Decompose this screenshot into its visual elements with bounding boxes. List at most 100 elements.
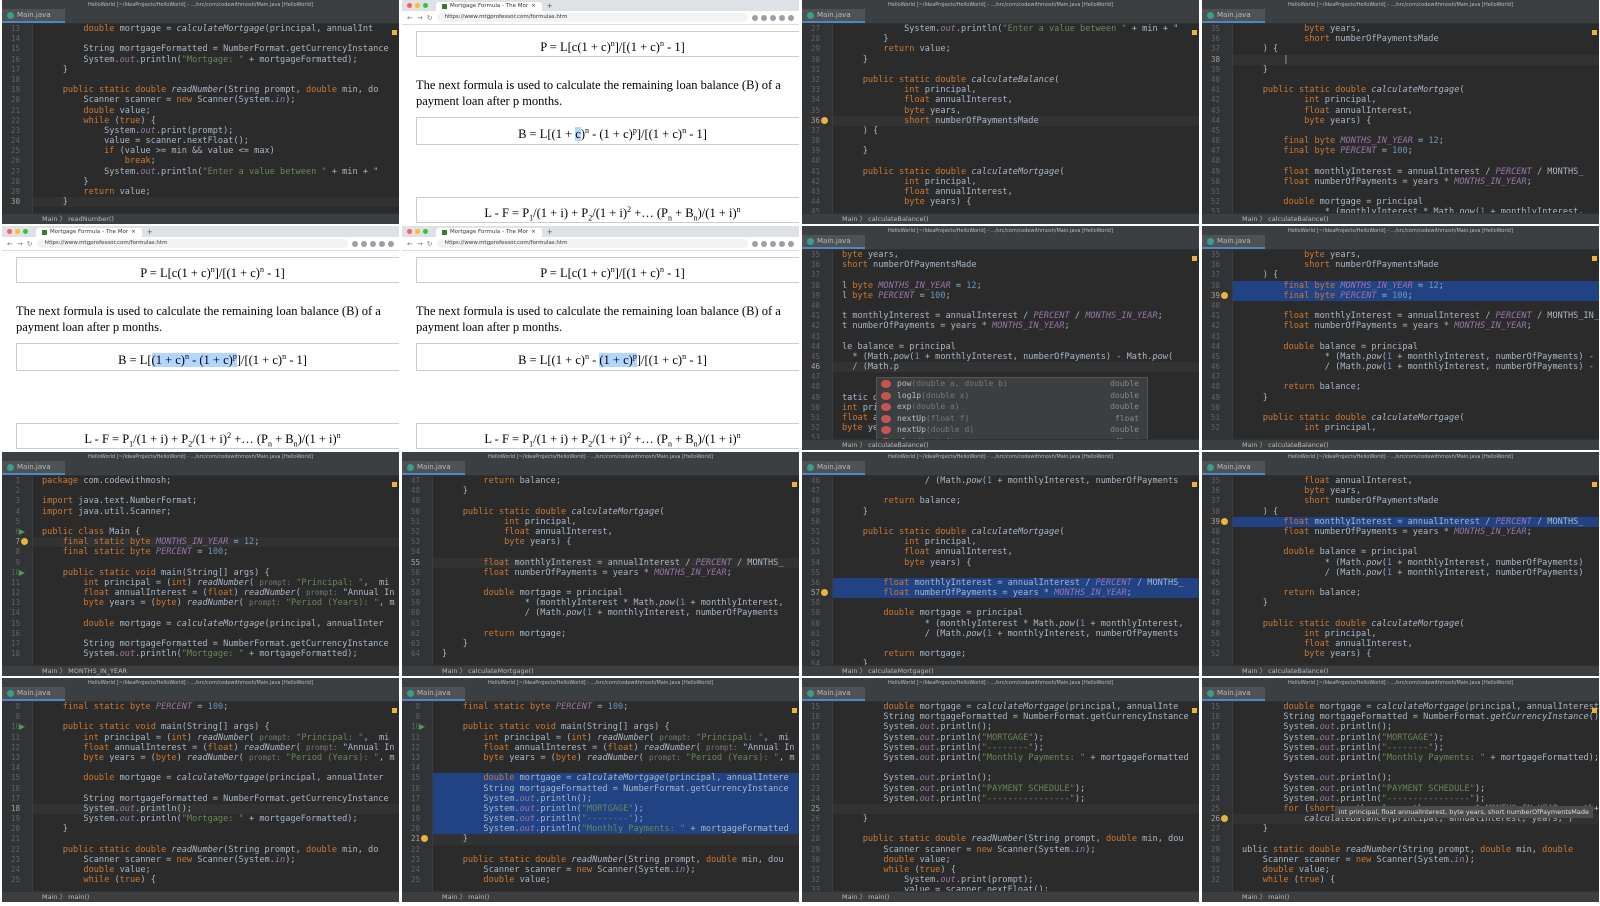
tab-main-java[interactable]: Main.java <box>1202 687 1265 701</box>
code-line[interactable]: 53 byte years) { <box>411 537 799 547</box>
code-line[interactable]: 35 byte years, <box>1211 24 1599 34</box>
code-line[interactable]: 17 System.out.println(); <box>411 793 799 804</box>
code-line[interactable]: 16 System.out.println("Mortgage: " + mor… <box>11 55 399 65</box>
code-line[interactable]: 39 l byte PERCENT = 100; <box>811 291 1199 301</box>
reload-icon[interactable]: ↻ <box>427 14 433 22</box>
tab-main-java[interactable]: Main.java <box>2 461 65 475</box>
url-input[interactable]: https://www.mtgprofessor.com/formulas.ht… <box>436 239 748 248</box>
code-line[interactable]: 44 le balance = principal <box>811 342 1199 352</box>
code-line[interactable]: 53 float annualInterest, <box>811 547 1199 557</box>
code-line[interactable]: 31 double value; <box>1211 865 1599 875</box>
code-line[interactable]: 12 float annualInterest = (float) readNu… <box>11 743 399 753</box>
autocomplete-item[interactable]: exp (double a) double <box>877 401 1147 413</box>
code-area[interactable]: 35 float annualInterest, 36 byte years, 37… <box>1211 476 1599 666</box>
code-line[interactable]: 18 System.out.println("MORTGAGE"); <box>1211 733 1599 743</box>
intention-bulb-icon[interactable] <box>1221 517 1228 525</box>
toolbar-extension-icons[interactable] <box>352 240 394 247</box>
tab-main-java[interactable]: Main.java <box>802 461 865 475</box>
code-line[interactable]: 55 float monthlyInterest = annualInteres… <box>411 557 799 568</box>
code-line[interactable]: 49 public static double calculateMortgag… <box>1211 619 1599 629</box>
code-line[interactable]: 60 * (monthlyInterest * Math.pow(1 + mon… <box>811 619 1199 629</box>
code-line[interactable]: 12 float annualInterest = (float) readNu… <box>411 743 799 753</box>
code-line[interactable]: 27 } <box>1211 824 1599 834</box>
code-line[interactable]: 11 int principal = (int) readNumber( pro… <box>11 733 399 743</box>
code-area[interactable]: 1 package com.codewithmosh; 2 3 import java.… <box>11 476 399 666</box>
tab-close-icon[interactable]: × <box>531 228 536 237</box>
inspection-marker-icon[interactable] <box>392 708 397 713</box>
code-line[interactable]: 64} <box>411 649 799 659</box>
code-area[interactable]: 8 final static byte PERCENT = 100; 9 10 pu… <box>11 702 399 892</box>
code-line[interactable]: 23 System.out.print(prompt); <box>11 126 399 136</box>
run-gutter-icon[interactable] <box>19 569 25 576</box>
code-line[interactable]: 40 <box>811 301 1199 311</box>
code-line[interactable]: 14 <box>11 34 399 44</box>
code-line[interactable]: 42 float numberOfPayments = years * MONT… <box>1211 321 1599 331</box>
code-line[interactable]: 40 <box>1211 301 1599 311</box>
breadcrumb[interactable]: Main 〉 main() <box>1202 891 1599 902</box>
inspection-marker-icon[interactable] <box>1192 482 1197 487</box>
breadcrumb[interactable]: Main 〉 MONTHS_IN_YEAR <box>2 665 399 676</box>
code-line[interactable]: 42 int principal, <box>811 177 1199 187</box>
code-line[interactable]: 43 * (Math.pow(1 + monthlyInterest, numb… <box>1211 558 1599 568</box>
code-editor[interactable]: 15 double mortgage = calculateMortgage(p… <box>802 702 1199 895</box>
code-line[interactable]: 22 while (true) { <box>11 116 399 126</box>
code-line[interactable]: 21 double value; <box>11 106 399 116</box>
code-line[interactable]: 20 System.out.println("Monthly Payments:… <box>811 753 1199 763</box>
code-line[interactable]: 16 String mortgageFormatted = NumberForm… <box>1211 712 1599 722</box>
code-line[interactable]: 7 final static byte MONTHS_IN_YEAR = 12; <box>15 537 399 548</box>
code-line[interactable]: 20 System.out.println("Monthly Payments:… <box>411 824 799 835</box>
code-line[interactable]: 14 <box>411 763 799 773</box>
code-area[interactable]: 35 byte years, 36 short numberOfPaymentsM… <box>1211 24 1599 217</box>
code-area[interactable]: 8 final static byte PERCENT = 100; 9 10 pu… <box>411 702 799 892</box>
breadcrumb[interactable]: Main 〉 calculateMortgage() <box>402 665 799 676</box>
code-line[interactable]: 10 public static void main(String[] args… <box>11 722 399 732</box>
code-line[interactable]: 18 System.out.println("Mortgage: " + mor… <box>11 649 399 659</box>
code-line[interactable]: 32 public static double calculateBalance… <box>811 75 1199 85</box>
reload-icon[interactable]: ↻ <box>27 240 33 248</box>
code-line[interactable]: 15 String mortgageFormatted = NumberForm… <box>11 44 399 54</box>
code-line[interactable]: 16 <box>11 784 399 794</box>
code-editor[interactable]: 35 byte years, 36 short numberOfPaymentsM… <box>1202 24 1599 217</box>
code-line[interactable]: 17 String mortgageFormatted = NumberForm… <box>11 639 399 649</box>
code-line[interactable]: 18 System.out.println(); <box>11 803 399 815</box>
code-line[interactable]: 17 System.out.println(); <box>1211 722 1599 732</box>
code-area[interactable]: 47 return balance; 48 } 49 50 public static… <box>411 476 799 666</box>
back-icon[interactable]: ← <box>407 240 413 248</box>
code-line[interactable]: 24 double value; <box>11 865 399 875</box>
code-line[interactable]: 56 float numberOfPayments = years * MONT… <box>411 568 799 578</box>
code-line[interactable]: 47 return balance; <box>411 476 799 486</box>
code-line[interactable]: 10 public static void main(String[] args… <box>411 722 799 732</box>
run-gutter-icon[interactable] <box>419 724 425 731</box>
tab-main-java[interactable]: Main.java <box>802 687 865 701</box>
code-line[interactable]: 43 float annualInterest, <box>811 187 1199 197</box>
code-line[interactable]: 24 value = scanner.nextFloat(); <box>11 136 399 146</box>
intention-bulb-icon[interactable] <box>1221 815 1228 823</box>
code-line[interactable]: 10 public static void main(String[] args… <box>11 568 399 578</box>
code-line[interactable]: 63 } <box>411 639 799 649</box>
code-line[interactable]: 30 double value; <box>811 855 1199 865</box>
code-area[interactable]: 15 double mortgage = calculateMortgage(p… <box>811 702 1199 895</box>
code-line[interactable]: 1 package com.codewithmosh; <box>15 476 399 486</box>
inspection-marker-icon[interactable] <box>1192 708 1197 713</box>
code-line[interactable]: 48 return balance; <box>1211 382 1599 392</box>
inspection-marker-icon[interactable] <box>392 30 397 35</box>
code-line[interactable]: 20 System.out.println("Monthly Payments:… <box>1211 753 1599 763</box>
code-line[interactable]: 8 final static byte PERCENT = 100; <box>15 547 399 557</box>
code-line[interactable]: 45 * (Math.pow(1 + monthlyInterest, numb… <box>1211 352 1599 362</box>
code-line[interactable]: 20 Scanner scanner = new Scanner(System.… <box>11 95 399 105</box>
code-line[interactable]: 54 <box>411 547 799 557</box>
code-line[interactable]: 48 <box>1211 156 1599 166</box>
code-line[interactable]: 50 <box>811 517 1199 527</box>
code-editor[interactable]: 35 float annualInterest, 36 byte years, 37… <box>1202 476 1599 666</box>
new-tab-button[interactable]: + <box>547 2 553 11</box>
code-line[interactable]: 11 int principal = (int) readNumber( pro… <box>11 578 399 588</box>
code-line[interactable]: 18 System.out.println("MORTGAGE"); <box>811 733 1199 743</box>
code-line[interactable]: 47 final byte PERCENT = 100; <box>1211 146 1599 156</box>
code-line[interactable]: 40 <box>811 156 1199 166</box>
breadcrumb[interactable]: Main 〉 calculateMortgage() <box>802 665 1199 676</box>
code-line[interactable]: 3 import java.text.NumberFormat; <box>15 496 399 506</box>
code-line[interactable]: 22 <box>411 845 799 855</box>
code-line[interactable]: 40 float numberOfPayments = years * MONT… <box>1211 527 1599 537</box>
code-line[interactable]: 51 public static double calculateMortgag… <box>811 527 1199 537</box>
code-line[interactable]: 17 } <box>11 65 399 75</box>
